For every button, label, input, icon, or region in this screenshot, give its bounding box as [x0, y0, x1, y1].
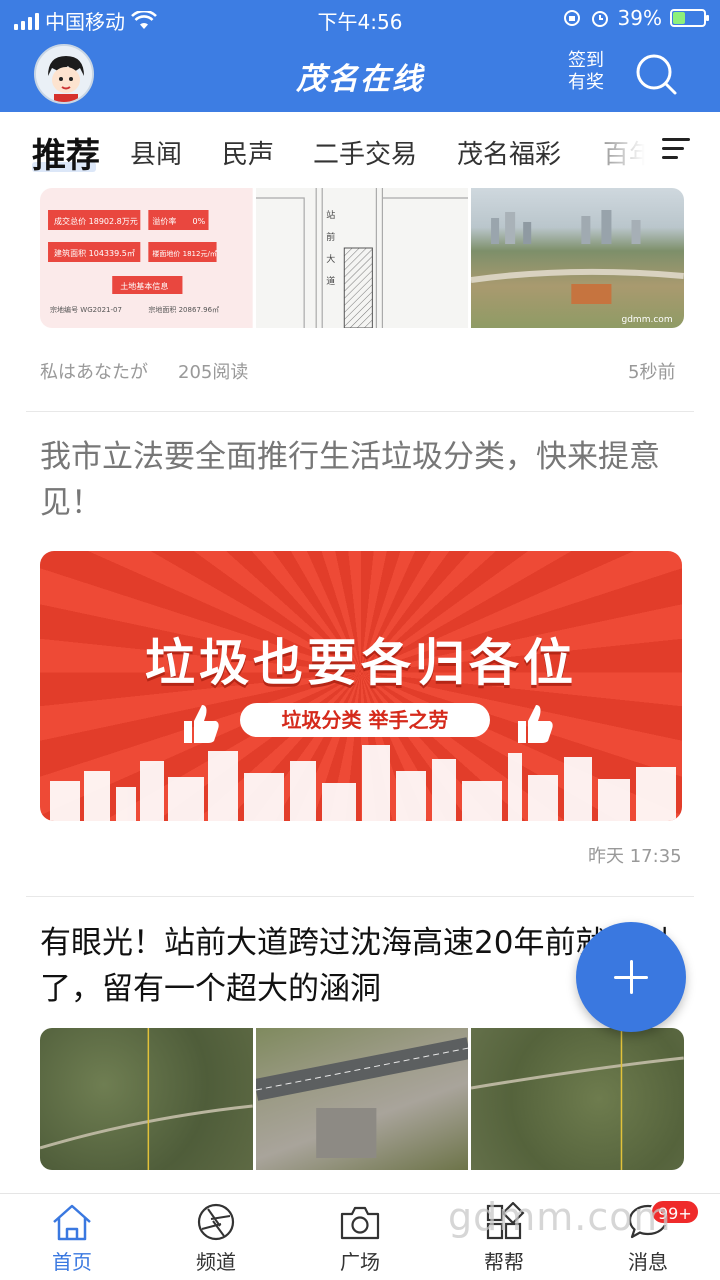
- status-right: 39%: [562, 6, 709, 30]
- aerial-photo-graphic: gdmm.com: [471, 210, 684, 325]
- article-author[interactable]: 私はあなたが: [40, 358, 148, 384]
- status-bar: 中国移动 下午4:56 39%: [0, 0, 720, 36]
- doc-label-premium-value: 0%: [192, 217, 205, 226]
- map-label-2: 前: [326, 231, 335, 243]
- satellite-image-3: [471, 1028, 684, 1170]
- satellite-image-2: [255, 1028, 469, 1170]
- city-skyline-graphic: [50, 745, 676, 821]
- satellite-graphic-2: [255, 1037, 469, 1158]
- map-label-3: 大: [326, 253, 335, 265]
- satellite-graphic-3: [471, 1028, 684, 1170]
- nav-square-label: 广场: [340, 1250, 380, 1274]
- alarm-icon: [591, 11, 608, 27]
- tab-second-hand[interactable]: 二手交易: [313, 134, 417, 171]
- doc-label-premium: 溢价率: [152, 216, 176, 226]
- map-label-1: 站: [326, 209, 335, 221]
- doc-label-price: 成交总价 18902.8万元: [54, 216, 138, 226]
- article-image-strip[interactable]: [40, 1028, 684, 1170]
- doc-label-parcel-id: 宗地编号 WG2021-07: [50, 305, 122, 314]
- land-info-image: 成交总价 18902.8万元 溢价率 0% 建筑面积 104339.5㎡ 楼面地…: [40, 188, 253, 328]
- aperture-icon: [197, 1203, 235, 1241]
- app-header: 茂名在线 签到 有奖: [0, 36, 720, 112]
- tab-public-voice[interactable]: 民声: [222, 134, 274, 171]
- nav-messages-label: 消息: [628, 1250, 668, 1274]
- app-logo: 茂名在线: [296, 62, 424, 97]
- doc-label-floor-price: 楼面地价 1812元/㎡: [152, 249, 217, 258]
- nav-home-label: 首页: [52, 1250, 92, 1274]
- nav-help-label: 帮帮: [484, 1250, 524, 1274]
- checkin-button[interactable]: 签到 有奖: [568, 50, 604, 94]
- battery-icon: [670, 9, 709, 27]
- site-plan-image: 站 前 大 道: [255, 188, 469, 328]
- tab-recommend[interactable]: 推荐: [32, 128, 100, 177]
- nav-channels-label: 频道: [196, 1250, 236, 1274]
- article-banner-image[interactable]: 垃圾也要各归各位 垃圾分类 举手之劳: [40, 551, 682, 821]
- tabs-fade: [560, 112, 660, 188]
- checkin-line2: 有奖: [568, 72, 604, 93]
- aerial-photo-image: gdmm.com: [471, 188, 684, 328]
- battery-fill: [673, 12, 685, 24]
- article-time: 昨天 17:35: [588, 846, 682, 867]
- rotation-lock-icon: [563, 10, 580, 26]
- satellite-image-1: [40, 1028, 253, 1170]
- search-icon[interactable]: [634, 52, 678, 96]
- doc-label-area: 建筑面积 104339.5㎡: [54, 248, 135, 258]
- banner-title: 垃圾也要各归各位: [145, 634, 577, 692]
- satellite-graphic-1: [40, 1028, 253, 1170]
- photo-watermark: gdmm.com: [622, 315, 673, 325]
- thumbs-up-right-icon: [518, 705, 553, 743]
- menu-icon[interactable]: [662, 138, 690, 162]
- tab-lottery[interactable]: 茂名福彩: [457, 134, 561, 171]
- article-title[interactable]: 我市立法要全面推行生活垃圾分类，快来提意见！: [40, 434, 690, 526]
- nav-channels[interactable]: 频道: [166, 1202, 266, 1275]
- tab-county-news[interactable]: 县闻: [130, 134, 182, 171]
- thumbs-up-left-icon: [184, 705, 219, 743]
- feed-divider: [26, 896, 694, 897]
- site-watermark: gdmm.com: [448, 1195, 672, 1239]
- site-plan-graphic: 站 前 大 道: [255, 188, 469, 328]
- article-image-strip[interactable]: 成交总价 18902.8万元 溢价率 0% 建筑面积 104339.5㎡ 楼面地…: [40, 188, 684, 328]
- feed-divider: [26, 411, 694, 412]
- battery-percent: 39%: [617, 6, 662, 30]
- checkin-line1: 签到: [568, 50, 604, 71]
- map-label-4: 道: [326, 275, 335, 287]
- home-icon: [53, 1204, 91, 1241]
- article-time: 5秒前: [628, 362, 676, 383]
- add-post-button[interactable]: [576, 922, 686, 1032]
- doc-label-parcel-area: 宗地面积 20867.96㎡: [148, 305, 219, 314]
- category-tabs: 推荐 县闻 民声 二手交易 茂名福彩 百年: [0, 112, 720, 188]
- article-reads: 205阅读: [178, 362, 249, 383]
- doc-label-basic-info: 土地基本信息: [120, 281, 168, 291]
- land-info-graphic: 成交总价 18902.8万元 溢价率 0% 建筑面积 104339.5㎡ 楼面地…: [40, 188, 253, 328]
- camera-icon: [340, 1206, 380, 1240]
- nav-home[interactable]: 首页: [22, 1202, 122, 1275]
- nav-square[interactable]: 广场: [310, 1202, 410, 1275]
